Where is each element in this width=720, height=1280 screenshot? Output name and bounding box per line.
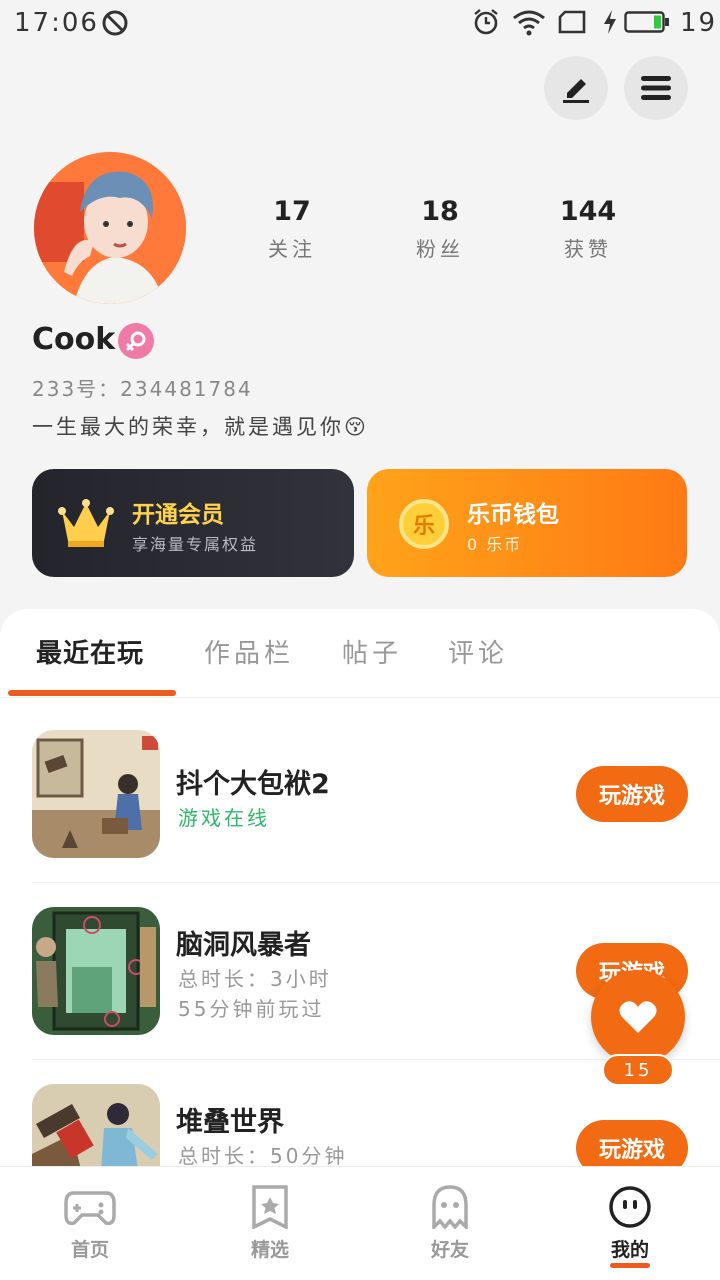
like-count: 15: [602, 1054, 674, 1086]
charging-icon: [604, 10, 616, 34]
wallet-card[interactable]: 乐 乐币钱包 0 乐币: [367, 469, 687, 577]
coin-icon: 乐: [399, 499, 449, 549]
tab-active-indicator: [8, 690, 176, 696]
bottom-nav: 首页 精选 好友 我的: [0, 1166, 720, 1280]
nav-home-label: 首页: [70, 1239, 109, 1261]
menu-icon: [641, 76, 671, 100]
tab-divider: [0, 697, 720, 698]
game-title: 堆叠世界: [176, 1107, 284, 1138]
nav-me[interactable]: 我的: [540, 1167, 720, 1280]
nav-featured-label: 精选: [250, 1239, 289, 1261]
pen-icon: [563, 79, 589, 103]
stat-fans[interactable]: 18 粉丝: [380, 196, 500, 262]
female-icon: [118, 323, 154, 359]
heart-icon: [619, 1001, 657, 1033]
row-divider: [32, 882, 720, 883]
avatar-illustration: [34, 152, 186, 304]
game-row[interactable]: 抖个大包袱2 游戏在线 玩游戏: [0, 730, 720, 906]
tab-recent-play[interactable]: 最近在玩: [36, 633, 144, 670]
do-not-disturb-icon: [102, 10, 128, 36]
game-thumbnail: [32, 730, 160, 858]
game-total-time: 总时长：50分钟: [178, 1144, 348, 1168]
status-bar: 17:06 19: [0, 0, 720, 46]
nav-friends[interactable]: 好友: [360, 1167, 540, 1280]
nav-featured[interactable]: 精选: [180, 1167, 360, 1280]
vip-title: 开通会员: [132, 502, 224, 528]
fans-count: 18: [421, 196, 459, 227]
battery-icon: [624, 11, 669, 33]
menu-button[interactable]: [624, 56, 688, 120]
play-game-button[interactable]: 玩游戏: [576, 766, 688, 822]
sim-card-icon: [558, 10, 586, 34]
stat-likes[interactable]: 144 获赞: [528, 196, 648, 262]
edit-profile-button[interactable]: [544, 56, 608, 120]
wallet-title: 乐币钱包: [467, 502, 559, 528]
game-last-played: 55分钟前玩过: [178, 997, 325, 1021]
crown-icon: [58, 499, 114, 547]
like-button[interactable]: [591, 970, 685, 1064]
face-icon: [609, 1186, 651, 1228]
alarm-icon: [474, 9, 498, 35]
avatar[interactable]: [34, 152, 186, 304]
tab-posts[interactable]: 帖子: [342, 633, 402, 670]
star-badge-icon: [252, 1185, 288, 1229]
wifi-icon: [513, 10, 545, 36]
likes-count: 144: [559, 196, 617, 227]
username: Cook: [32, 322, 116, 357]
gamepad-icon: [64, 1191, 116, 1226]
game-status: 游戏在线: [178, 806, 270, 830]
stat-following[interactable]: 17 关注: [232, 196, 352, 262]
vip-subtitle: 享海量专属权益: [132, 535, 259, 554]
coin-char: 乐: [412, 514, 435, 539]
nav-active-indicator: [610, 1263, 650, 1268]
following-label: 关注: [268, 237, 316, 261]
game-total-time: 总时长：3小时: [178, 967, 332, 991]
vip-card[interactable]: 开通会员 享海量专属权益: [32, 469, 354, 577]
nav-home[interactable]: 首页: [0, 1167, 180, 1280]
fans-label: 粉丝: [416, 237, 464, 261]
following-count: 17: [273, 196, 311, 227]
nav-me-label: 我的: [610, 1239, 649, 1261]
tab-comments[interactable]: 评论: [448, 633, 508, 670]
battery-level: 19: [680, 8, 718, 38]
game-title: 脑洞风暴者: [176, 930, 311, 961]
game-title: 抖个大包袱2: [176, 769, 330, 800]
game-thumbnail: [32, 907, 160, 1035]
status-time: 17:06: [14, 8, 99, 38]
tab-works[interactable]: 作品栏: [204, 633, 294, 670]
ghost-icon: [432, 1185, 468, 1229]
nav-friends-label: 好友: [430, 1239, 469, 1261]
user-bio: 一生最大的荣幸，就是遇见你😚: [32, 415, 369, 439]
user-id: 233号：234481784: [32, 377, 253, 401]
wallet-balance: 0 乐币: [467, 535, 523, 554]
likes-label: 获赞: [564, 237, 612, 261]
